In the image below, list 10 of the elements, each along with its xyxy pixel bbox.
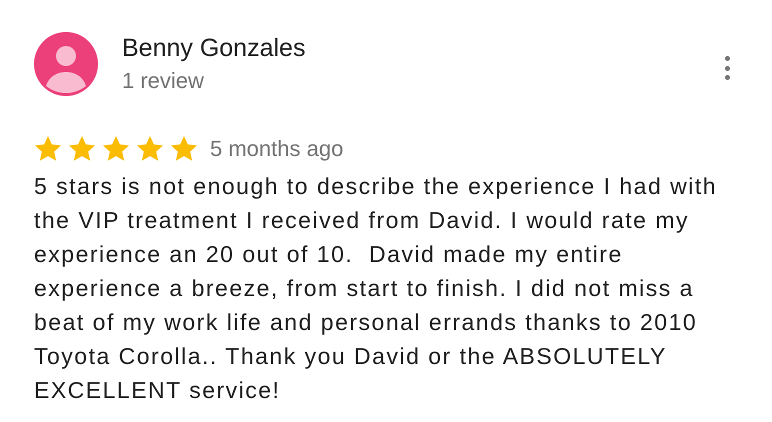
star-icon (102, 135, 130, 162)
star-icon (68, 135, 96, 162)
star-icon (136, 135, 164, 162)
star-icon (170, 135, 198, 162)
author-name[interactable]: Benny Gonzales (122, 32, 306, 64)
review-time: 5 months ago (210, 135, 344, 163)
review-count: 1 review (122, 67, 205, 95)
review-text: 5 stars is not enough to describe the experience I had with the VIP treatment I received from David. I would rate my experience an 20 out of 10. David made my entire experience a breeze, from start to finish. I did not miss a beat of my work life and personal errands thanks to 2010 Toyota Corolla.. Thank you David or the ABSOLUTELY EXCELLENT service! (34, 172, 718, 405)
avatar-icon (34, 32, 98, 96)
star-icon (34, 135, 62, 162)
